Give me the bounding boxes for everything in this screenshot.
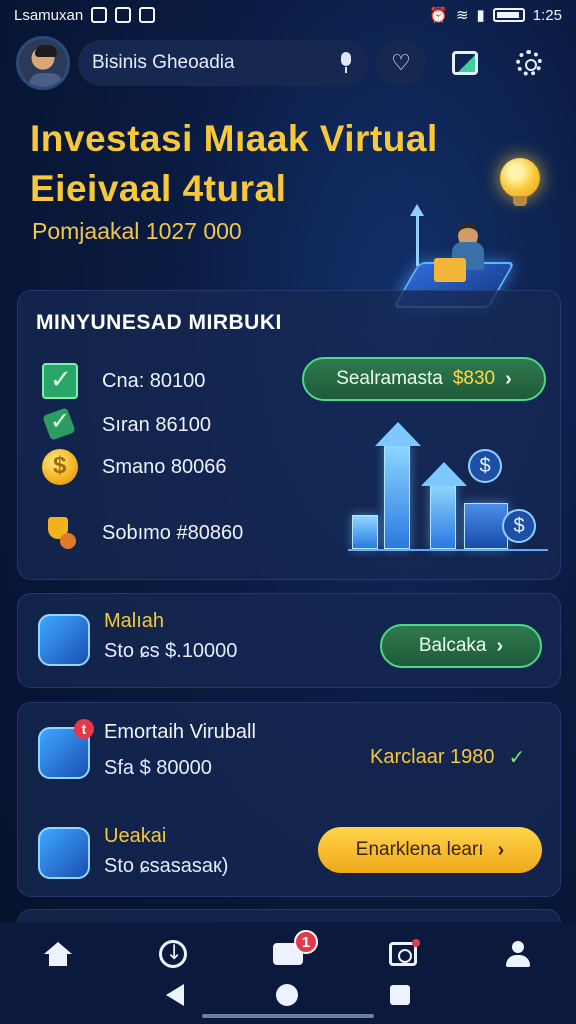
clock-time: 1:25	[532, 6, 562, 24]
item-status-label: Karclaar 1980	[370, 745, 495, 768]
growth-chart-illustration: $ $	[348, 411, 548, 561]
signal-icon: ▮	[476, 7, 485, 24]
bottom-navigation: 1	[0, 922, 576, 1024]
chevron-right-icon: ›	[505, 367, 512, 390]
chart-arrow-bar	[421, 462, 467, 549]
top-bar: Bisinis Gheoadia ♡	[16, 36, 560, 90]
chart-arrow-bar	[375, 422, 421, 549]
chevron-right-icon: ›	[497, 838, 505, 861]
hero-title: Investasi Mıaak Virtual Eieivaal 4tural	[30, 114, 450, 214]
nav-home[interactable]	[28, 934, 88, 974]
pen-check-icon	[42, 407, 78, 443]
nav-wallet[interactable]: 1	[258, 930, 318, 974]
heart-icon: ♡	[391, 50, 411, 75]
dollar-coin-icon: $	[468, 449, 502, 483]
nav-profile[interactable]	[488, 934, 548, 974]
item-subtitle: Sfa $ 80000	[104, 757, 212, 779]
nav-camera[interactable]	[373, 934, 433, 974]
stat-row: Smano 80066	[42, 449, 227, 485]
camera-icon	[389, 939, 421, 966]
checkmark-icon: ✓	[508, 745, 526, 769]
summary-card-title: MINYUNESAD MIRBUKI	[36, 311, 282, 334]
search-text[interactable]: Bisinis Gheoadia	[92, 52, 338, 74]
item-title[interactable]: Emortaih Viruball	[104, 721, 256, 744]
item-action-button[interactable]: Enarklena learı ›	[318, 827, 542, 873]
status-left: Lsamuxan	[14, 6, 156, 24]
battery-icon	[492, 8, 525, 22]
item-status: Karclaar 1980 ✓	[370, 745, 525, 769]
item-subtitle: Sto ɕsasasaк)	[104, 855, 229, 877]
chart-baseline	[348, 549, 548, 551]
stat-row: Cna: 80100	[42, 363, 205, 399]
lightbulb-icon	[500, 158, 540, 206]
status-bar: Lsamuxan ⏰ ≋ ▮ 1:25	[0, 0, 576, 30]
growth-arrow-icon	[410, 204, 424, 266]
notification-icon	[91, 7, 108, 23]
summary-action-amount: $830	[452, 368, 496, 389]
hero-title-line2: Eieivaal 4tural	[30, 168, 287, 209]
system-navigation	[0, 984, 576, 1006]
trophy-icon	[42, 515, 78, 551]
message-icon	[139, 7, 156, 23]
stat-row: Sobımo #80860	[42, 515, 243, 551]
carrier-label: Lsamuxan	[14, 6, 84, 24]
hero-subtitle: Pomjaakal 1027 000	[32, 218, 242, 244]
stat-label: Sıran 86100	[102, 413, 211, 436]
image-icon	[452, 51, 478, 75]
gear-icon	[516, 50, 542, 76]
app-notification-icon	[115, 7, 132, 23]
item-subtitle: Sto ɕs $.10000	[104, 640, 238, 662]
chevron-right-icon: ›	[496, 634, 504, 657]
item-action-label: Balcaka	[418, 635, 487, 656]
status-right: ⏰ ≋ ▮ 1:25	[429, 6, 562, 25]
notification-badge: 1	[293, 930, 318, 954]
gallery-button[interactable]	[440, 40, 490, 86]
search-bar[interactable]: Bisinis Gheoadia	[78, 40, 368, 86]
home-indicator[interactable]	[202, 1014, 374, 1018]
dollar-coin-icon: $	[502, 509, 536, 543]
avatar[interactable]	[16, 36, 70, 90]
chart-bar	[352, 515, 378, 549]
laptop-icon	[434, 258, 466, 282]
stat-label: Sobımo #80860	[102, 521, 244, 544]
item-action-button[interactable]: Balcaka ›	[380, 624, 542, 668]
home-circle-icon[interactable]	[276, 984, 298, 1006]
person-icon	[506, 941, 531, 967]
alert-badge: t	[74, 719, 94, 739]
summary-card: MINYUNESAD MIRBUKI Cna: 80100 Sıran 8610…	[17, 290, 561, 580]
microphone-icon[interactable]	[338, 52, 354, 74]
download-icon	[158, 940, 187, 968]
investment-item-card[interactable]: Malıah Sto ɕs $.10000 Balcaka ›	[17, 593, 561, 688]
item-action-label: Enarklena learı	[355, 839, 484, 860]
home-icon	[43, 942, 72, 966]
nav-download[interactable]	[143, 934, 203, 974]
nav-items: 1	[0, 930, 576, 974]
alarm-icon: ⏰	[429, 7, 448, 24]
coins-icon	[38, 614, 90, 666]
stat-label: Cna: 80100	[102, 369, 206, 392]
recent-apps-icon[interactable]	[390, 985, 410, 1005]
hero-title-line1: Investasi Mıaak Virtual	[30, 118, 438, 159]
wifi-icon: ≋	[455, 7, 469, 24]
favorites-button[interactable]: ♡	[376, 40, 426, 86]
check-icon	[42, 363, 78, 399]
back-icon[interactable]	[166, 984, 184, 1006]
growth-icon	[38, 827, 90, 879]
summary-action-button[interactable]: Sealramasta $830 ›	[302, 357, 546, 401]
summary-action-label: Sealramasta	[336, 368, 443, 389]
investment-list-card: t Emortaih Viruball Sfa $ 80000 Karclaar…	[17, 702, 561, 897]
item-title: Malıah	[104, 610, 165, 632]
stat-row: Sıran 86100	[42, 407, 211, 443]
item-title[interactable]: Ueakai	[104, 825, 166, 848]
stat-label: Smano 80066	[102, 455, 227, 478]
settings-button[interactable]	[504, 40, 554, 86]
coin-icon	[42, 449, 78, 485]
